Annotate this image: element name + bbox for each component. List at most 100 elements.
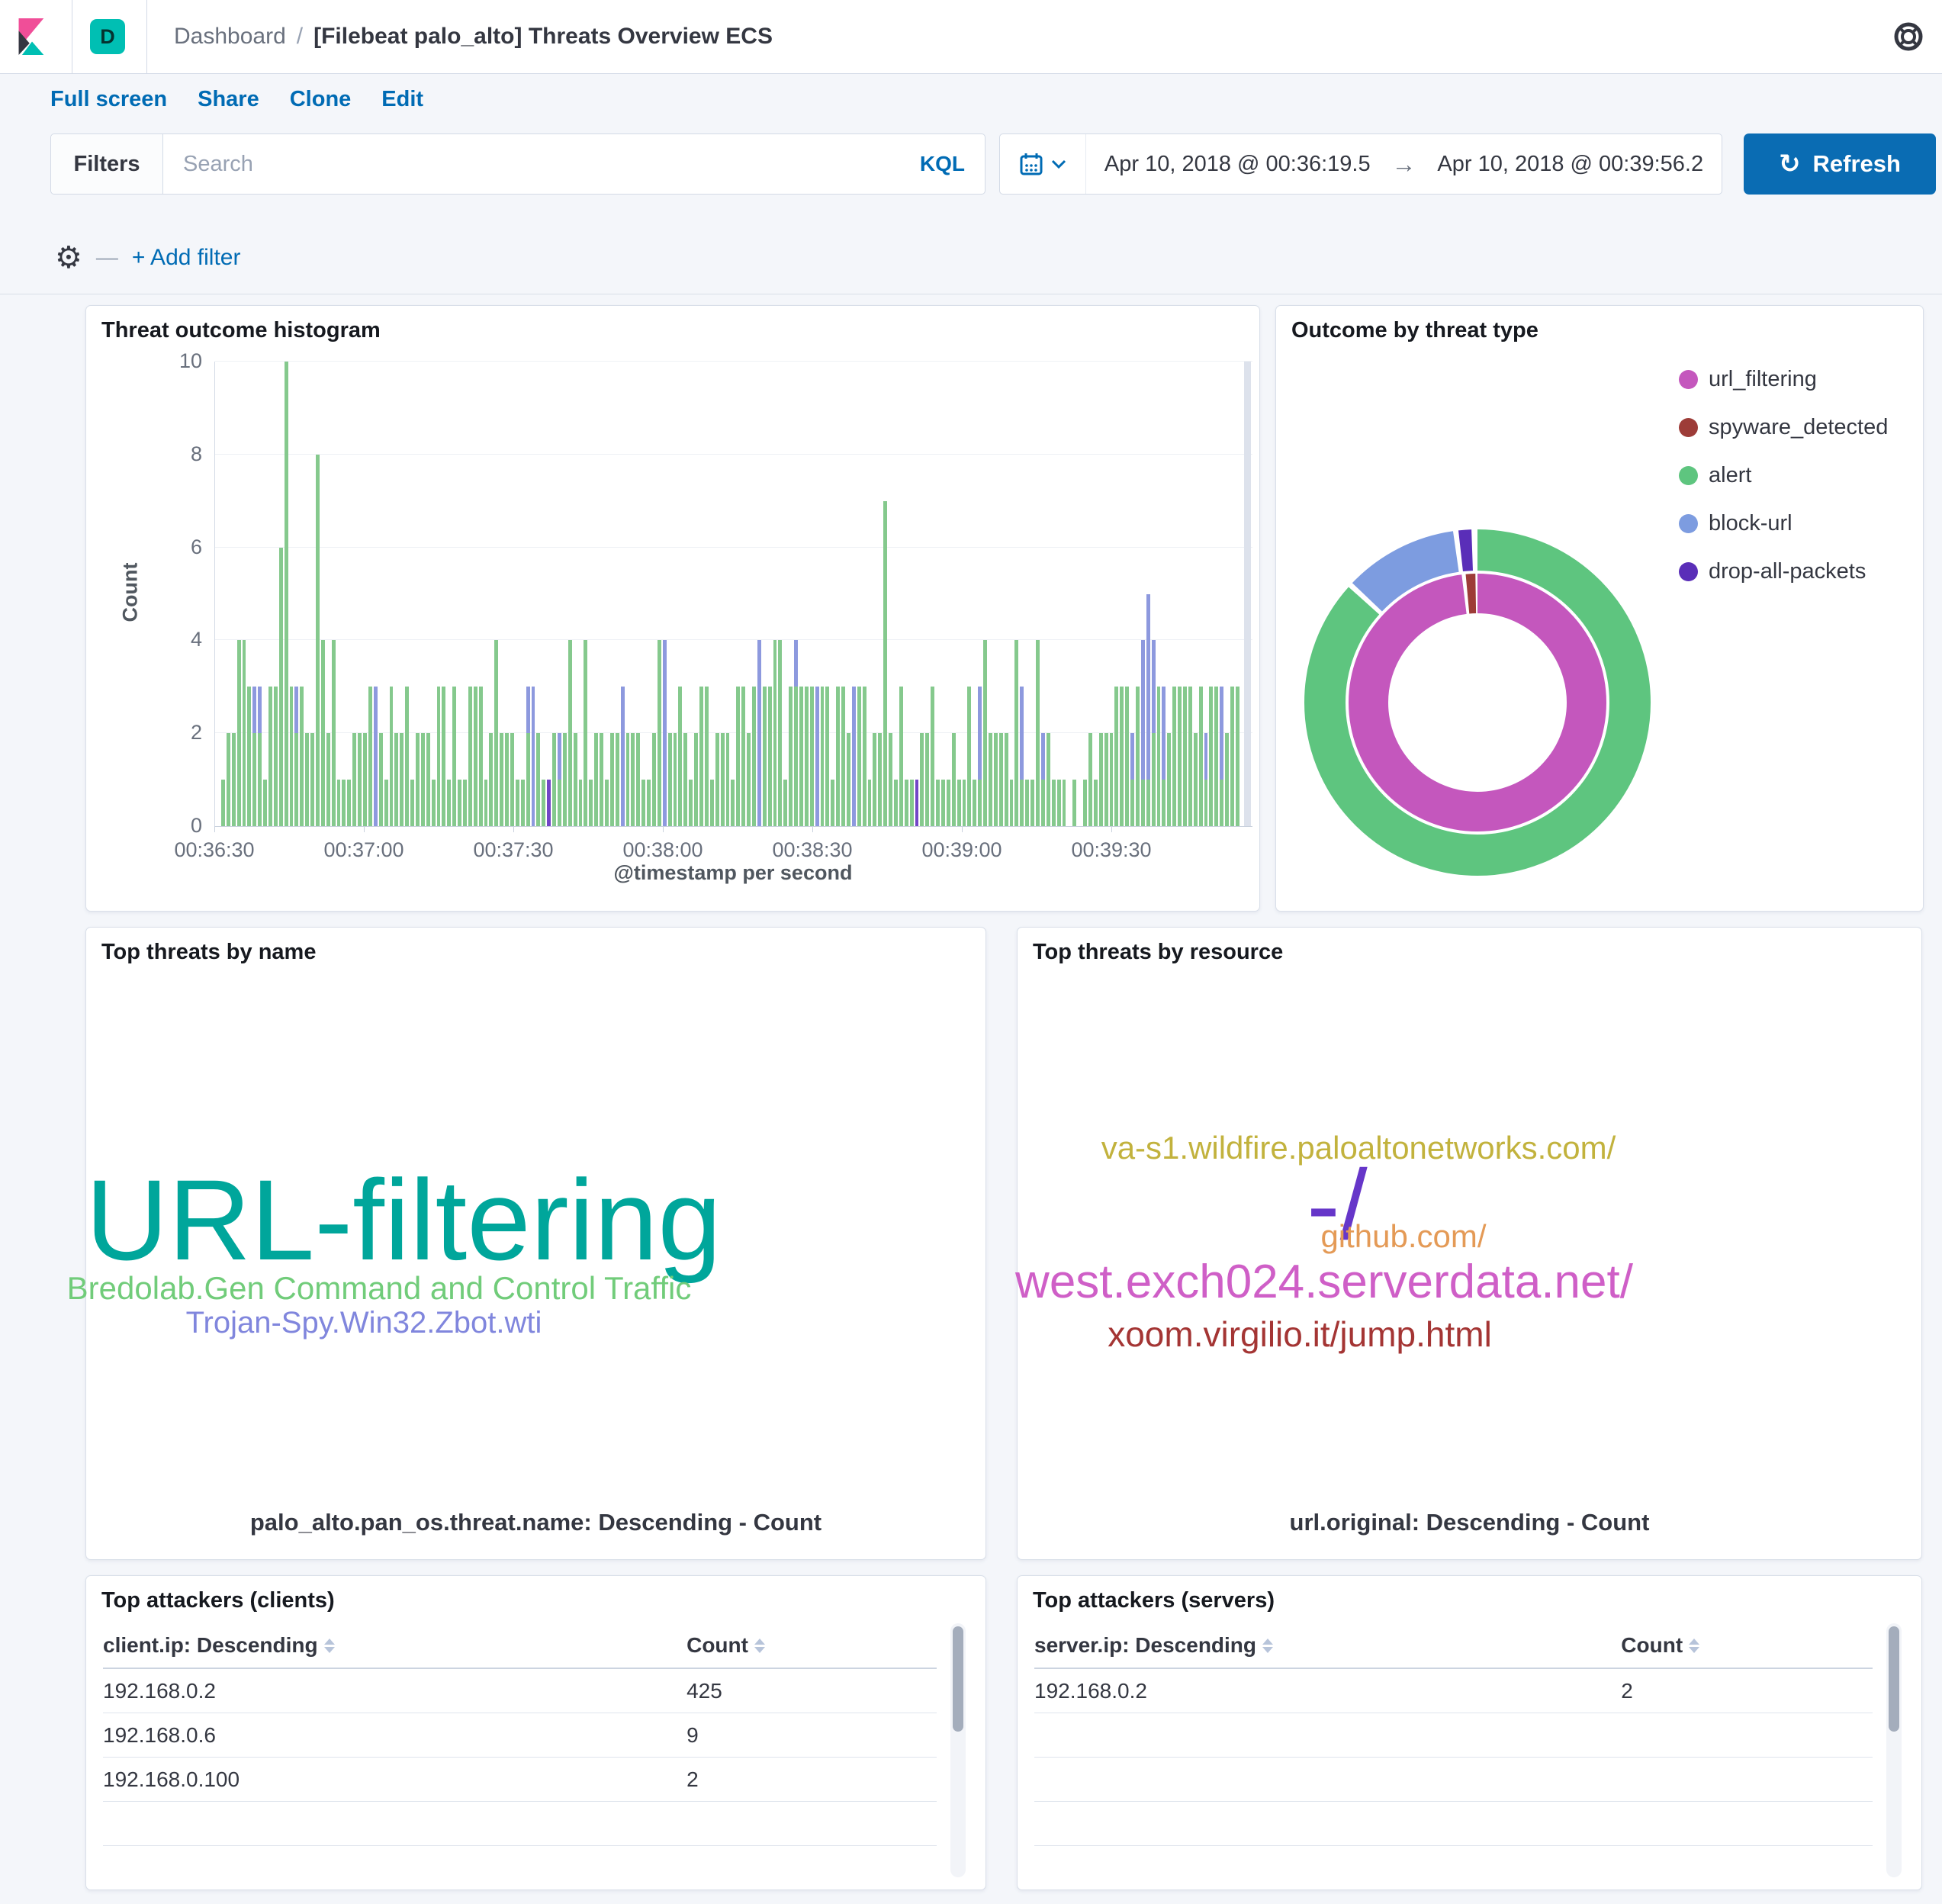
bar-segment-alert [589, 780, 593, 826]
bar-segment-alert [652, 733, 656, 826]
servers-table: server.ip: DescendingCount 192.168.0.22 [1034, 1623, 1873, 1846]
table-row[interactable]: 192.168.0.69 [103, 1713, 937, 1758]
help-icon[interactable] [1892, 20, 1925, 53]
legend-label: url_filtering [1709, 367, 1817, 392]
sort-icon[interactable] [324, 1639, 335, 1653]
histogram-plot[interactable] [214, 362, 1252, 827]
bar [1020, 687, 1024, 826]
scrollbar-thumb[interactable] [1889, 1626, 1899, 1732]
legend-item-block-url[interactable]: block-url [1679, 511, 1792, 536]
bar-segment-block-url [815, 687, 819, 826]
bar [863, 687, 867, 826]
bar [994, 733, 998, 826]
bar [326, 733, 330, 826]
bar [1199, 687, 1203, 826]
tag[interactable]: Trojan-Spy.Win32.Zbot.wti [186, 1307, 542, 1338]
sort-icon[interactable] [1689, 1639, 1699, 1653]
column-header[interactable]: Count [1621, 1633, 1873, 1658]
bar-segment-alert [1020, 780, 1024, 826]
donut-chart[interactable] [1276, 306, 1923, 911]
bar-segment-block-url [794, 640, 798, 687]
sort-icon[interactable] [1262, 1639, 1273, 1653]
filters-button[interactable]: Filters [51, 134, 163, 194]
bar [421, 733, 425, 826]
scrollbar-thumb[interactable] [953, 1626, 963, 1732]
tag[interactable]: URL-filtering [85, 1163, 722, 1277]
bar [715, 733, 719, 826]
bar-segment-alert [763, 687, 767, 826]
column-header[interactable]: client.ip: Descending [103, 1633, 686, 1658]
tag[interactable]: github.com/ [1320, 1221, 1486, 1253]
bar [294, 687, 298, 826]
add-filter-link[interactable]: + Add filter [132, 245, 241, 271]
bar [1220, 687, 1223, 826]
bar-segment-alert [1162, 780, 1166, 826]
bar [358, 733, 362, 826]
full-screen-link[interactable]: Full screen [50, 87, 167, 112]
bar-segment-alert [883, 501, 887, 826]
bar [374, 687, 378, 826]
tag[interactable]: west.exch024.serverdata.net/ [1015, 1259, 1633, 1306]
kibana-logo[interactable] [17, 18, 47, 55]
bar [989, 733, 992, 826]
bar [1136, 687, 1140, 826]
bar-segment-alert [1125, 687, 1129, 826]
bar [310, 733, 314, 826]
search-input[interactable] [163, 151, 920, 178]
bar [915, 780, 919, 826]
bar [694, 733, 698, 826]
legend-item-drop-all-packets[interactable]: drop-all-packets [1679, 559, 1866, 584]
legend-item-alert[interactable]: alert [1679, 463, 1751, 488]
kql-selector[interactable]: KQL [920, 152, 985, 176]
column-header[interactable]: Count [686, 1633, 937, 1658]
bar-segment-block-url [757, 640, 761, 826]
bar-segment-alert [600, 733, 603, 826]
bar-segment-alert [1225, 733, 1229, 826]
share-link[interactable]: Share [198, 87, 259, 112]
bar [227, 733, 230, 826]
bar-segment-alert [1120, 687, 1124, 826]
date-to[interactable]: Apr 10, 2018 @ 00:39:56.2 [1420, 152, 1722, 177]
panel-title: Threat outcome histogram [101, 318, 381, 343]
date-from[interactable]: Apr 10, 2018 @ 00:36:19.5 [1086, 152, 1389, 177]
x-axis-label: @timestamp per second [214, 861, 1252, 885]
table-header: client.ip: DescendingCount [103, 1623, 937, 1669]
tag[interactable]: xoom.virgilio.it/jump.html [1108, 1317, 1492, 1352]
sort-icon[interactable] [754, 1639, 765, 1653]
gear-icon[interactable]: ⚙ [55, 243, 82, 273]
bar-segment-alert [1030, 780, 1034, 826]
bar [1030, 780, 1034, 826]
bar-segment-alert [841, 687, 845, 826]
bar [647, 780, 651, 826]
histogram-bars[interactable] [221, 362, 1240, 826]
bar-segment-alert [773, 640, 777, 826]
bar-segment-block-url [374, 687, 378, 826]
bar-segment-alert [279, 548, 283, 826]
bar-segment-alert [1014, 640, 1018, 826]
tag[interactable]: Bredolab.Gen Command and Control Traffic [67, 1272, 692, 1304]
table-row[interactable]: 192.168.0.22 [1034, 1669, 1873, 1713]
space-badge[interactable]: D [90, 19, 125, 54]
page-title: [Filebeat palo_alto] Threats Overview EC… [313, 24, 773, 50]
bar [852, 687, 856, 826]
bar-segment-block-url [621, 687, 625, 826]
calendar-button[interactable] [1000, 134, 1086, 194]
donut-segment-url_filtering[interactable] [1368, 593, 1587, 812]
bar-segment-block-url [558, 733, 561, 780]
table-row[interactable]: 192.168.0.2425 [103, 1669, 937, 1713]
table-row[interactable]: 192.168.0.1002 [103, 1758, 937, 1802]
bar [563, 733, 567, 826]
panel-title: Top attackers (clients) [101, 1588, 335, 1613]
bar-segment-alert [857, 687, 861, 826]
bar [458, 780, 461, 826]
bar [274, 687, 278, 826]
column-header[interactable]: server.ip: Descending [1034, 1633, 1621, 1658]
refresh-button[interactable]: ↻ Refresh [1744, 133, 1936, 195]
edit-link[interactable]: Edit [381, 87, 423, 112]
legend-item-spyware_detected[interactable]: spyware_detected [1679, 415, 1888, 440]
breadcrumb-dashboard[interactable]: Dashboard [174, 24, 286, 50]
bar [363, 733, 367, 826]
bar [437, 687, 441, 826]
legend-item-url_filtering[interactable]: url_filtering [1679, 367, 1817, 392]
clone-link[interactable]: Clone [290, 87, 352, 112]
